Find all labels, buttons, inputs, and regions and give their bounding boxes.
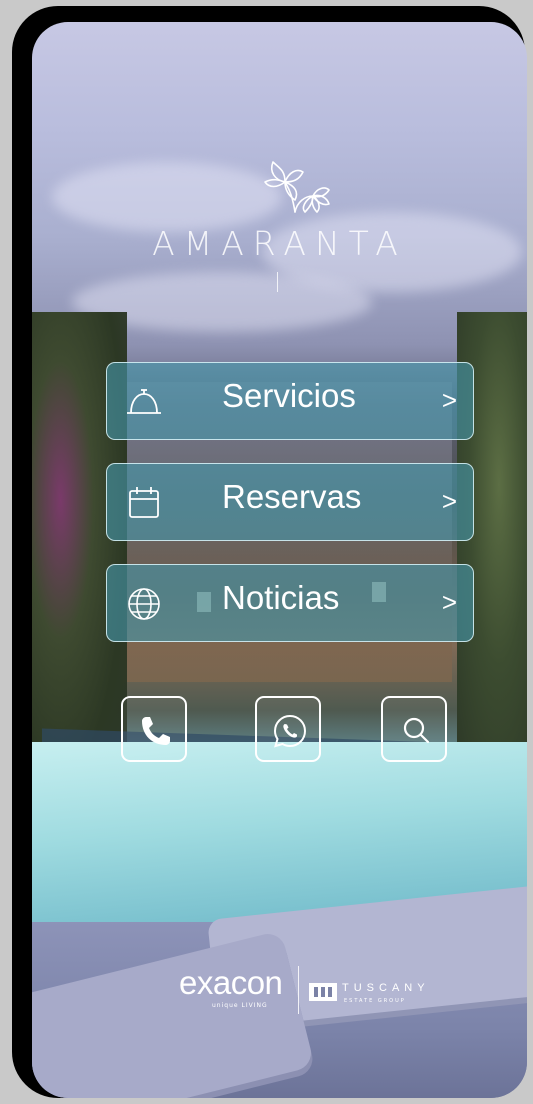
noticias-button[interactable]: Noticias > [106, 564, 474, 642]
chevron-right-icon: > [441, 385, 457, 415]
tuscany-logo: TUSCANY [342, 982, 430, 994]
chevron-right-icon: > [441, 486, 457, 516]
background-cloud [52, 162, 282, 232]
noticias-label: Noticias [222, 579, 340, 616]
exacon-logo: exacon [179, 964, 283, 1001]
tuscany-mark-icon [309, 983, 337, 1001]
globe-icon [128, 588, 160, 620]
phone-frame: AMARANTA Servicios > Reservas > Noticias… [12, 6, 527, 1098]
calendar-icon [129, 487, 159, 518]
tuscany-tagline: ESTATE GROUP [344, 998, 406, 1004]
footer-divider [298, 966, 299, 1014]
whatsapp-button[interactable] [255, 696, 321, 762]
brand-name: AMARANTA [152, 224, 407, 263]
phone-button[interactable] [121, 696, 187, 762]
reservas-button[interactable]: Reservas > [106, 463, 474, 541]
reservas-label: Reservas [222, 478, 362, 515]
phone-icon [142, 717, 170, 745]
brand-divider [277, 272, 278, 292]
servicios-button[interactable]: Servicios > [106, 362, 474, 440]
whatsapp-icon [273, 714, 307, 748]
servicios-label: Servicios [222, 377, 356, 414]
search-button[interactable] [381, 696, 447, 762]
app-screen: AMARANTA Servicios > Reservas > Noticias… [32, 22, 527, 1098]
exacon-tagline: unique LIVING [212, 1002, 268, 1009]
chevron-right-icon: > [441, 587, 457, 617]
footer-logos: exacon unique LIVING TUSCANY ESTATE GROU… [32, 962, 527, 1022]
bell-icon [127, 389, 161, 414]
search-icon [403, 717, 430, 744]
